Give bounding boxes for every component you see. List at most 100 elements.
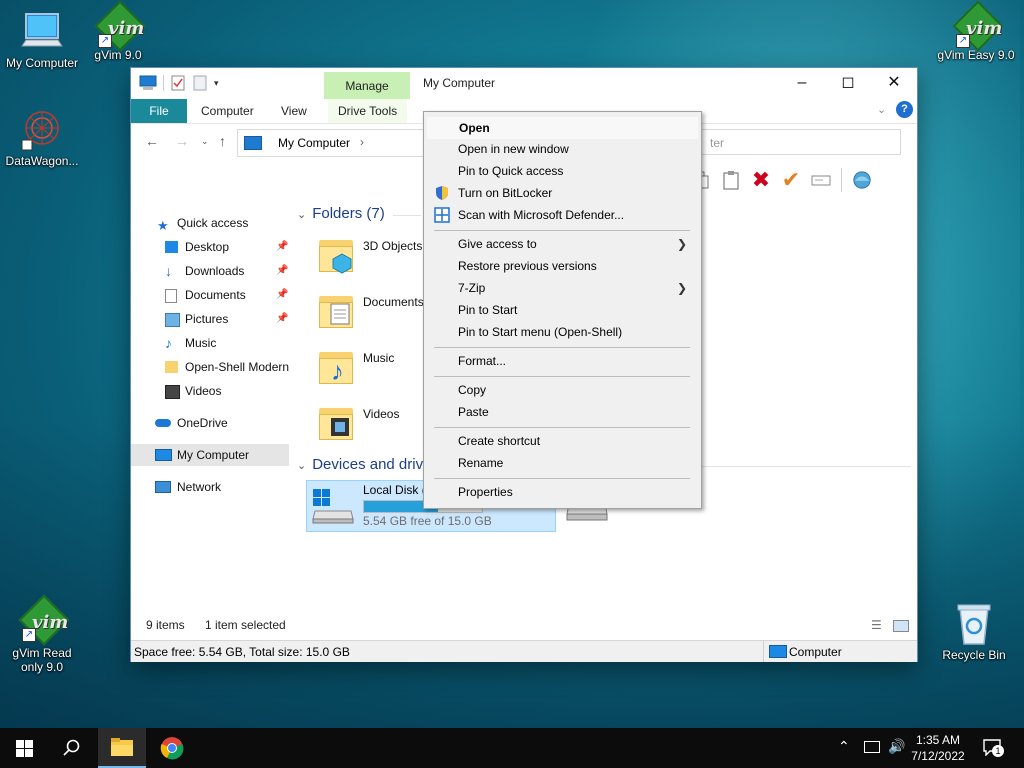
navigation-pane: ★ Quick access Desktop 📌 ↓ Downloads 📌 D… [131, 208, 289, 628]
checkmark-icon[interactable]: ✔ [781, 167, 801, 192]
back-arrow-icon[interactable]: ← [145, 133, 159, 149]
taskbar-file-explorer[interactable] [98, 728, 146, 768]
minimize-button[interactable]: – [779, 68, 825, 98]
desktop-icon-gvim-easy[interactable]: vim ↗ gVim Easy 9.0 [934, 0, 1018, 62]
nav-item-downloads[interactable]: ↓ Downloads 📌 [131, 260, 289, 282]
clock[interactable]: 1:35 AM 7/12/2022 [908, 732, 968, 764]
desktop-icon-datawagon[interactable]: DataWagon... [0, 108, 84, 168]
desktop-icon [165, 241, 178, 253]
menu-separator [434, 427, 690, 428]
chevron-right-icon: ❯ [676, 281, 687, 295]
nav-item-open-shell[interactable]: Open-Shell Modern [131, 356, 289, 378]
folder-documents-icon [317, 290, 357, 330]
desktop-icon-recycle-bin[interactable]: Recycle Bin [932, 602, 1016, 662]
menu-item-create-shortcut[interactable]: Create shortcut [426, 430, 697, 452]
chevron-down-icon: ⌄ [297, 460, 307, 472]
up-arrow-icon[interactable]: ↑ [219, 133, 226, 149]
pin-icon[interactable]: 📌 [276, 308, 288, 330]
chevron-right-icon: ❯ [676, 237, 687, 251]
menu-item-restore-versions[interactable]: Restore previous versions [426, 255, 697, 277]
folders-group-header[interactable]: ⌄ Folders (7) [297, 205, 385, 222]
taskbar-chrome[interactable] [148, 728, 196, 768]
pin-icon[interactable]: 📌 [276, 284, 288, 306]
menu-item-bitlocker[interactable]: Turn on BitLocker [426, 182, 697, 204]
details-view-icon[interactable]: ☰ [871, 618, 882, 632]
menu-item-give-access[interactable]: Give access to ❯ [426, 233, 697, 255]
tab-view[interactable]: View [271, 99, 317, 123]
large-icons-view-icon[interactable] [893, 620, 909, 632]
menu-item-rename[interactable]: Rename [426, 452, 697, 474]
shield-icon [434, 185, 450, 201]
nav-item-quick-access[interactable]: ★ Quick access [131, 212, 289, 234]
maximize-button[interactable]: ◻ [825, 68, 871, 98]
rename-icon[interactable] [811, 170, 831, 190]
computer-icon [769, 645, 787, 658]
notification-button[interactable]: 1 [982, 738, 1004, 757]
pin-icon[interactable]: 📌 [276, 260, 288, 282]
menu-item-paste[interactable]: Paste [426, 401, 697, 423]
quick-access-toolbar: ▾ [139, 75, 219, 91]
start-button[interactable] [0, 728, 48, 768]
menu-item-format[interactable]: Format... [426, 350, 697, 372]
title-bar[interactable]: ▾ Manage My Computer – ◻ ✕ [131, 68, 917, 99]
close-button[interactable]: ✕ [871, 68, 917, 98]
desktop-icon-label: Recycle Bin [942, 648, 1006, 662]
desktop-icon-my-computer[interactable]: My Computer [0, 10, 84, 70]
properties-icon[interactable] [170, 75, 186, 91]
new-folder-icon[interactable] [192, 75, 208, 91]
paste-icon[interactable] [721, 170, 741, 190]
computer-icon [155, 449, 172, 461]
desktop-icon-gvim-readonly[interactable]: vim ↗ gVim Read only 9.0 [0, 594, 84, 674]
menu-item-pin-start[interactable]: Pin to Start [426, 299, 697, 321]
nav-item-documents[interactable]: Documents 📌 [131, 284, 289, 306]
menu-item-open[interactable]: Open [426, 116, 699, 140]
nav-item-music[interactable]: ♪ Music [131, 332, 289, 354]
nav-item-onedrive[interactable]: OneDrive [131, 412, 289, 434]
chevron-down-icon[interactable]: ⌄ [201, 136, 209, 147]
tab-computer[interactable]: Computer [191, 99, 264, 123]
tab-manage[interactable]: Manage [324, 72, 410, 99]
devices-group-header[interactable]: ⌄ Devices and driv [297, 456, 423, 473]
chevron-down-icon[interactable]: ▾ [214, 78, 219, 89]
forward-arrow-icon[interactable]: → [175, 133, 189, 149]
desktop-icon-gvim[interactable]: vim ↗ gVim 9.0 [76, 0, 160, 62]
search-input[interactable]: ter [701, 129, 901, 155]
computer-icon [139, 75, 157, 90]
folder-music-icon: ♪ [317, 346, 357, 386]
chevron-right-icon[interactable]: › [360, 135, 364, 149]
help-icon[interactable]: ? [896, 101, 913, 118]
menu-item-copy[interactable]: Copy [426, 379, 697, 401]
menu-item-properties[interactable]: Properties [426, 481, 697, 503]
chrome-icon [160, 737, 184, 760]
menu-item-7zip[interactable]: 7-Zip ❯ [426, 277, 697, 299]
defender-icon [434, 207, 450, 223]
menu-item-open-new-window[interactable]: Open in new window [426, 138, 697, 160]
pin-icon[interactable]: 📌 [276, 236, 288, 258]
datawagon-icon [20, 108, 64, 152]
film-icon [165, 385, 180, 399]
tab-file[interactable]: File [131, 99, 187, 123]
network-icon[interactable] [864, 741, 880, 753]
nav-item-pictures[interactable]: Pictures 📌 [131, 308, 289, 330]
chevron-down-icon[interactable]: ⌄ [877, 103, 886, 116]
clock-time: 1:35 AM [915, 733, 961, 747]
folder-icon [111, 738, 133, 756]
chevron-up-icon[interactable]: ⌃ [838, 738, 850, 755]
context-menu: Open Open in new window Pin to Quick acc… [423, 111, 702, 509]
nav-item-network[interactable]: Network [131, 476, 289, 498]
nav-item-my-computer[interactable]: My Computer [131, 444, 289, 466]
nav-item-videos[interactable]: Videos [131, 380, 289, 402]
nav-item-desktop[interactable]: Desktop 📌 [131, 236, 289, 258]
chevron-down-icon: ⌄ [297, 209, 307, 221]
delete-icon[interactable]: ✖ [751, 167, 771, 192]
clock-date: 7/12/2022 [911, 749, 965, 763]
drive-icon [311, 487, 355, 525]
tab-drive-tools[interactable]: Drive Tools [328, 99, 408, 123]
menu-item-pin-start-open-shell[interactable]: Pin to Start menu (Open-Shell) [426, 321, 697, 343]
menu-item-pin-quick-access[interactable]: Pin to Quick access [426, 160, 697, 182]
menu-item-defender-scan[interactable]: Scan with Microsoft Defender... [426, 204, 697, 226]
folder-videos-icon [317, 402, 357, 442]
shell-icon[interactable] [852, 170, 872, 190]
search-button[interactable] [48, 728, 96, 768]
volume-icon[interactable]: 🔊 [888, 738, 905, 755]
